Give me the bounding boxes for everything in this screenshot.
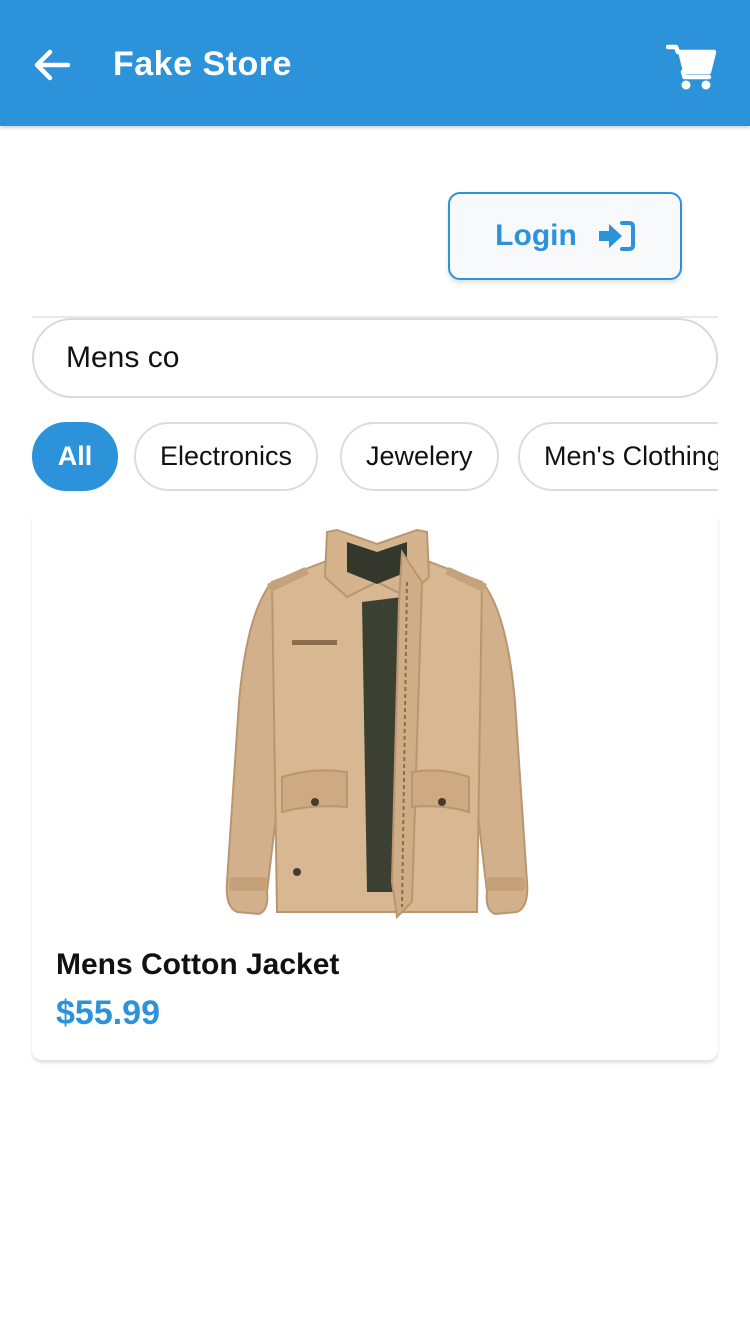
product-name: Mens Cotton Jacket [56, 948, 340, 981]
login-button[interactable]: Login [448, 192, 682, 280]
product-card[interactable]: Mens Cotton Jacket $55.99 [32, 510, 718, 1060]
sign-in-icon [598, 221, 635, 251]
cart-button[interactable] [665, 42, 718, 92]
back-button[interactable] [30, 43, 74, 87]
chip-all[interactable]: All [32, 422, 118, 491]
search-input[interactable] [66, 320, 686, 396]
product-image [225, 528, 529, 920]
chip-mens-clothing[interactable]: Men's Clothing [518, 422, 718, 491]
category-chips: All Electronics Jewelery Men's Clothing [32, 422, 718, 492]
chip-jewelery[interactable]: Jewelery [340, 422, 499, 491]
login-label: Login [495, 219, 577, 252]
product-price: $55.99 [56, 994, 160, 1032]
search-bar[interactable] [32, 318, 718, 398]
shopping-cart-icon [665, 44, 717, 90]
app-title: Fake Store [113, 45, 292, 83]
arrow-left-icon [34, 49, 71, 81]
chip-electronics[interactable]: Electronics [134, 422, 319, 491]
app-bar: Fake Store [0, 0, 750, 126]
